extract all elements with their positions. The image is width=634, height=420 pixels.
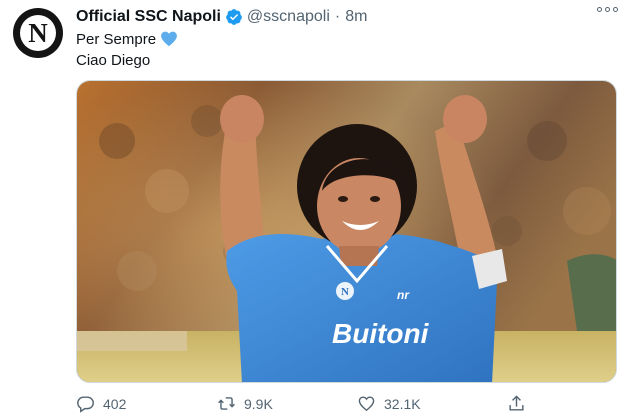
- share-button[interactable]: [507, 394, 526, 413]
- like-button[interactable]: 32.1K: [357, 394, 421, 413]
- tweet-text-line-1: Per Sempre: [76, 29, 178, 50]
- reply-button[interactable]: 402: [76, 394, 126, 413]
- share-icon: [509, 395, 524, 411]
- tweet-actions: 402 9.9K 32.1K: [76, 394, 536, 418]
- display-name[interactable]: Official SSC Napoli: [76, 8, 221, 26]
- svg-text:N: N: [341, 286, 349, 298]
- timestamp[interactable]: 8m: [345, 8, 367, 26]
- handle[interactable]: @sscnapoli: [247, 8, 330, 26]
- tweet-text-line-1-text: Per Sempre: [76, 31, 157, 48]
- avatar[interactable]: N: [13, 8, 63, 58]
- blue-heart-icon: [160, 30, 178, 48]
- separator-dot: ·: [334, 8, 341, 25]
- reply-count: 402: [103, 395, 127, 412]
- like-count: 32.1K: [384, 395, 421, 412]
- tweet-photo[interactable]: N nr Buitoni: [76, 80, 617, 383]
- like-icon: [358, 396, 375, 412]
- svg-text:nr: nr: [397, 288, 410, 302]
- avatar-letter: N: [28, 17, 48, 48]
- retweet-button[interactable]: 9.9K: [217, 394, 273, 413]
- reply-icon: [77, 396, 94, 413]
- retweet-count: 9.9K: [244, 395, 273, 412]
- retweet-icon: [218, 397, 235, 410]
- avatar-logo: N: [20, 15, 56, 51]
- tweet-header: Official SSC Napoli @sscnapoli · 8m: [76, 6, 618, 28]
- verified-badge-icon: [225, 8, 243, 26]
- more-options-icon[interactable]: [597, 7, 618, 12]
- jersey-sponsor-text: Buitoni: [332, 318, 430, 349]
- photo-player-celebrating: N nr Buitoni: [77, 81, 616, 382]
- tweet-text-line-2: Ciao Diego: [76, 52, 151, 69]
- tweet-text: Per Sempre Ciao Diego: [76, 29, 178, 71]
